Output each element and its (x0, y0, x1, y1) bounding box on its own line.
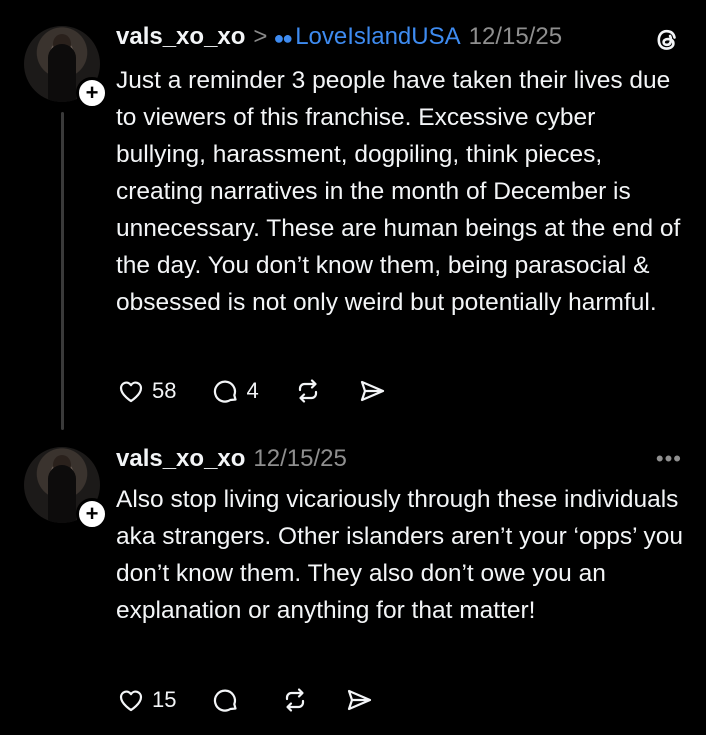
topic-separator: > (253, 23, 268, 50)
post-text: Just a reminder 3 people have taken thei… (116, 67, 681, 316)
send-icon (348, 689, 372, 711)
avatar-figure (48, 44, 76, 102)
like-button[interactable]: 15 (116, 685, 176, 715)
topic-icon: ●● (273, 28, 293, 48)
repost-icon (298, 379, 317, 403)
heart-icon (119, 381, 143, 403)
topic-link[interactable]: LoveIslandUSA (295, 23, 460, 50)
threads-logo-icon[interactable] (652, 24, 682, 54)
reply-count: 4 (246, 378, 259, 403)
avatar-figure (48, 465, 76, 523)
username[interactable]: vals_xo_xo (116, 445, 245, 472)
share-button[interactable] (357, 376, 387, 406)
post-date: 12/15/25 (468, 23, 563, 50)
share-button[interactable] (344, 685, 374, 715)
reply-button[interactable]: 4 (210, 376, 259, 406)
more-options-button[interactable]: ••• (656, 446, 682, 472)
follow-button[interactable]: + (76, 77, 108, 109)
post-1: + vals_xo_xo > ●● LoveIslandUSA 12/15/25 Jus… (0, 0, 706, 440)
post-actions: 15 (116, 683, 408, 717)
post-header: vals_xo_xo 12/15/25 (116, 444, 347, 474)
like-count: 15 (152, 687, 177, 712)
post-date: 12/15/25 (253, 445, 347, 472)
reply-button[interactable] (210, 685, 246, 715)
comment-icon (214, 689, 238, 712)
heart-icon (119, 690, 143, 712)
like-button[interactable]: 58 (116, 376, 176, 406)
repost-icon (286, 688, 305, 712)
follow-button[interactable]: + (76, 498, 108, 530)
thread-line (61, 112, 64, 430)
post-actions: 58 4 (116, 374, 421, 408)
comment-icon (214, 380, 238, 403)
post-text: Also stop living vicariously through the… (116, 486, 683, 624)
username[interactable]: vals_xo_xo (116, 23, 245, 50)
post-2: + vals_xo_xo 12/15/25 ••• Also stop livin… (0, 440, 706, 735)
repost-button[interactable] (293, 376, 323, 406)
post-header: vals_xo_xo > ●● LoveIslandUSA 12/15/25 (116, 22, 562, 53)
send-icon (360, 380, 384, 402)
like-count: 58 (152, 378, 177, 403)
repost-button[interactable] (280, 685, 310, 715)
